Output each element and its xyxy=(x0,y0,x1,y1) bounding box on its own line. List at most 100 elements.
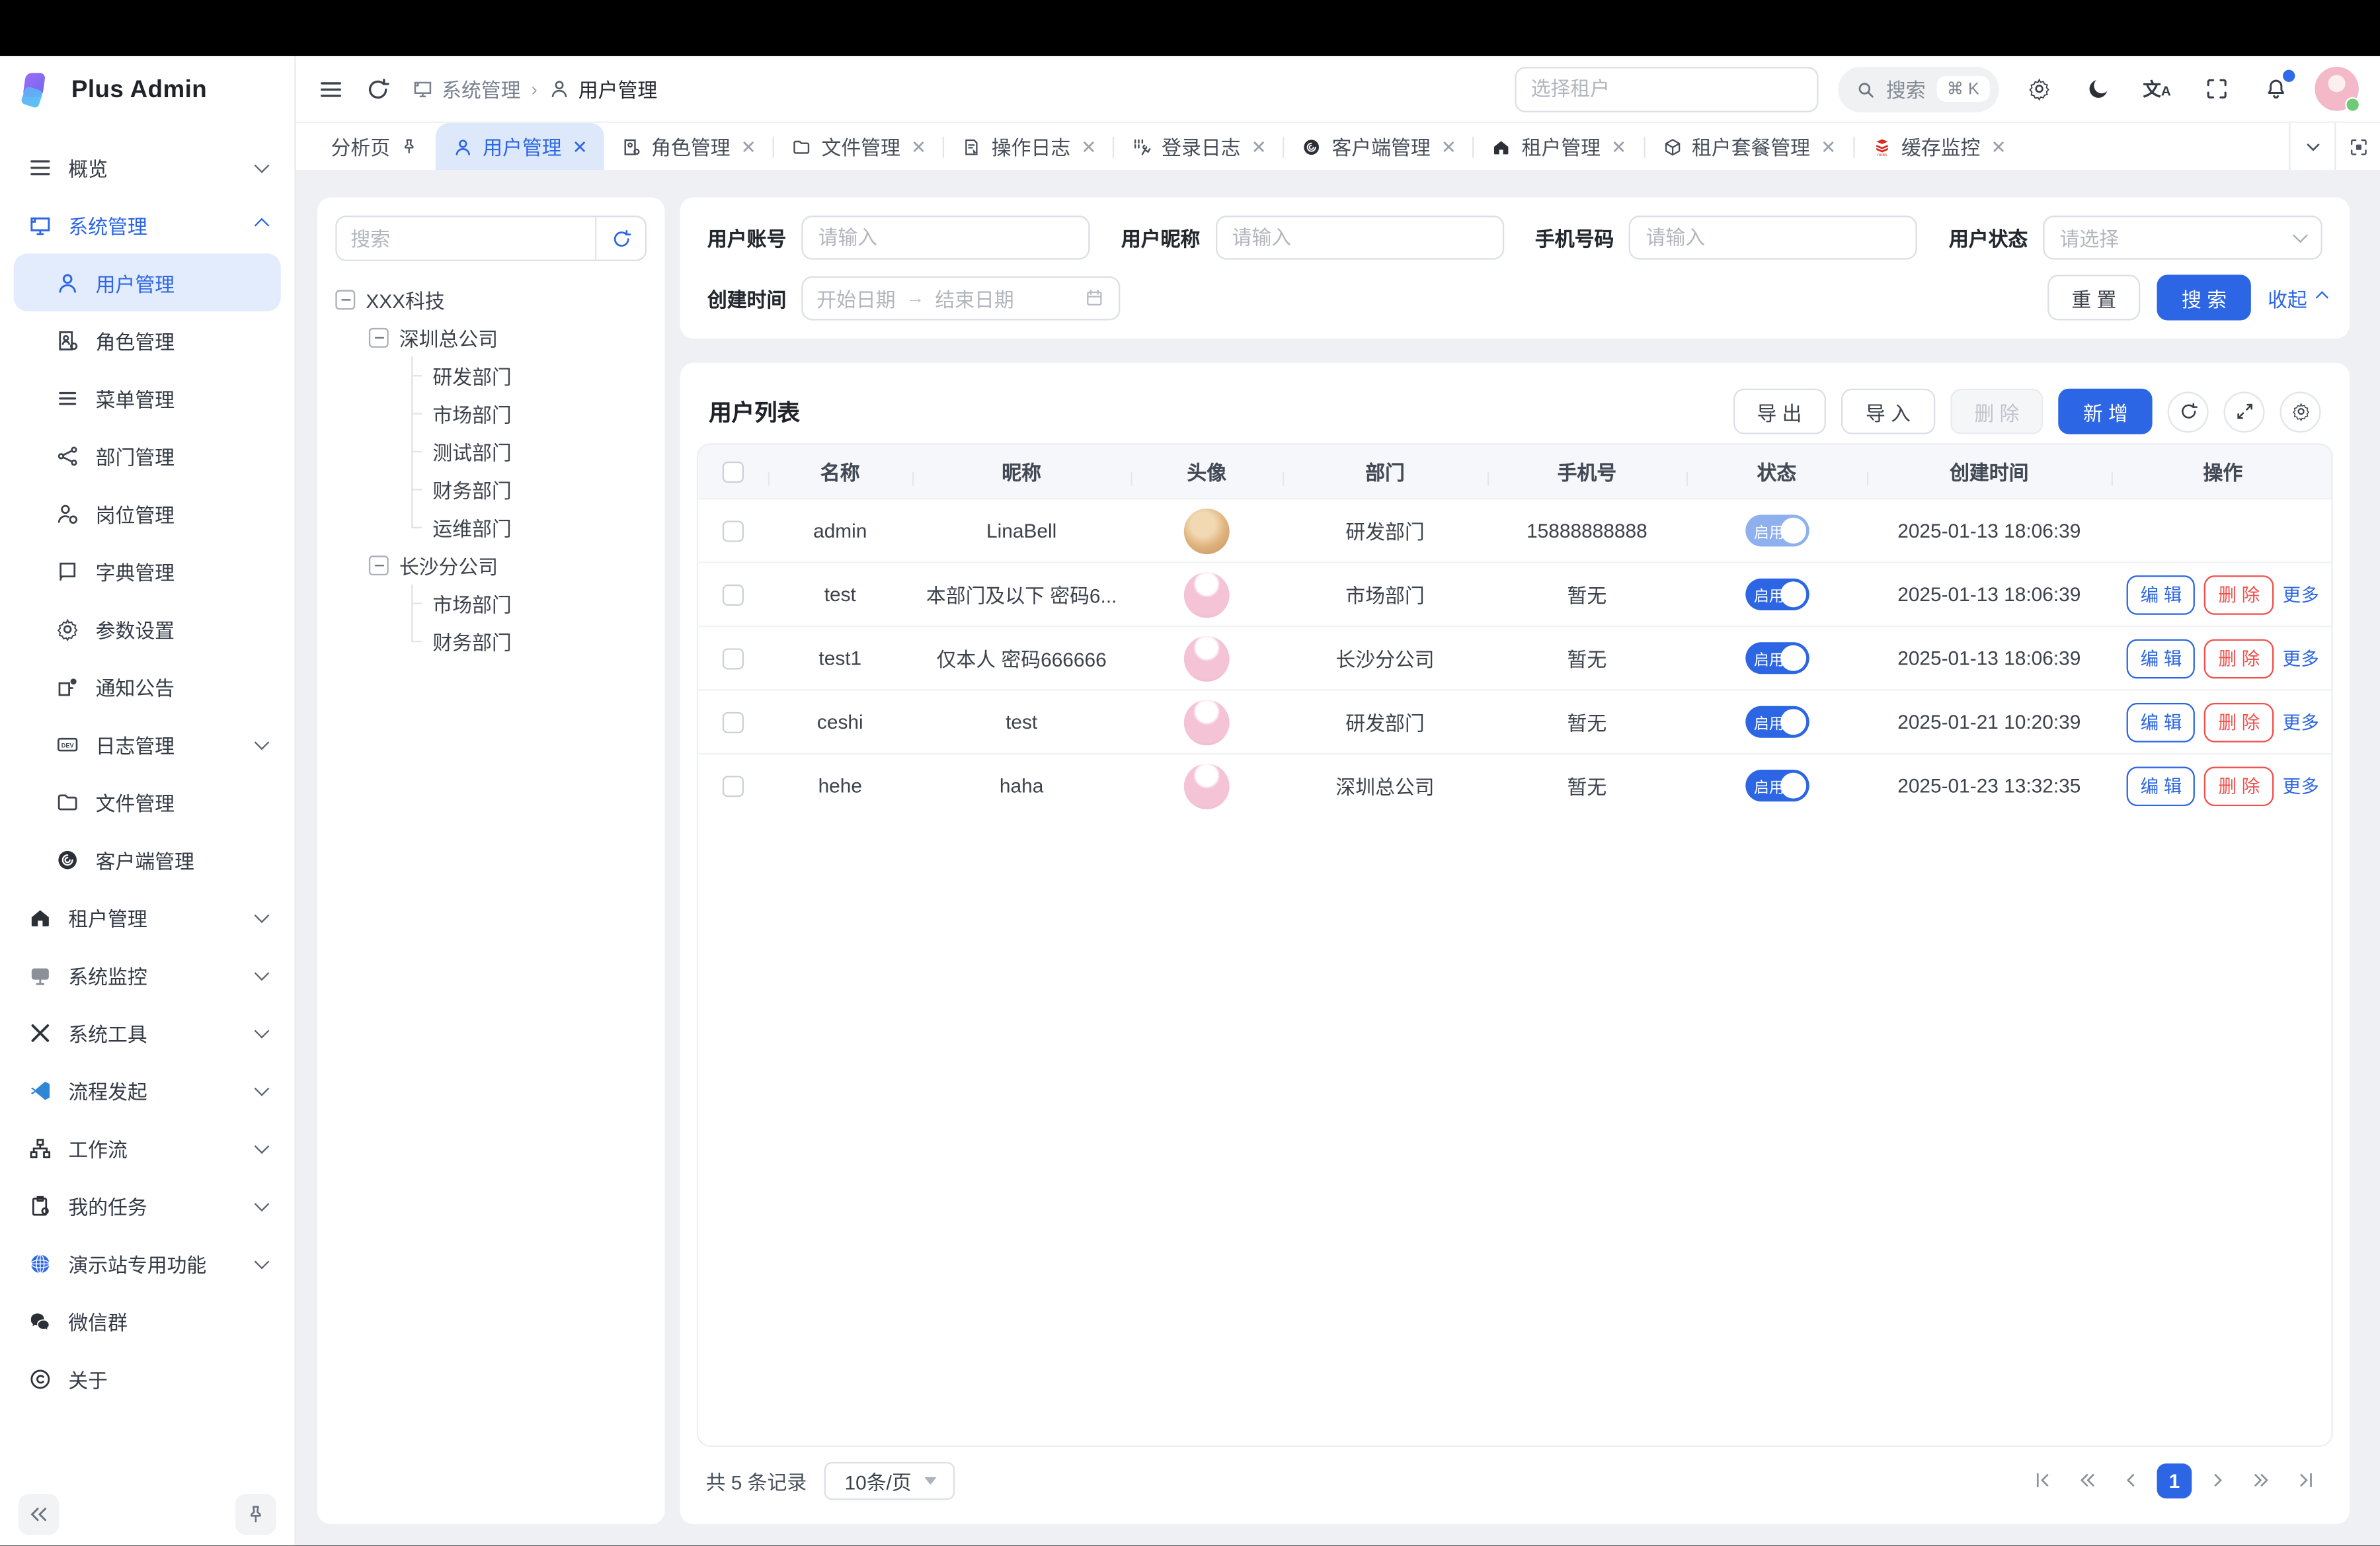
row-checkbox[interactable] xyxy=(723,584,744,605)
edit-button[interactable]: 编 辑 xyxy=(2127,575,2196,614)
tree-collapse-icon[interactable] xyxy=(369,555,389,575)
dark-mode-moon-button[interactable] xyxy=(2078,69,2118,108)
more-link[interactable]: 更多 xyxy=(2283,709,2319,735)
logo[interactable]: Plus Admin xyxy=(0,56,294,126)
tab-client-mgmt[interactable]: 客户端管理 ✕ xyxy=(1285,123,1473,170)
reset-button[interactable]: 重 置 xyxy=(2047,275,2141,321)
close-icon[interactable]: ✕ xyxy=(911,136,926,157)
tree-search-input[interactable] xyxy=(337,217,595,259)
tab-user-mgmt[interactable]: 用户管理 ✕ xyxy=(436,123,604,170)
add-button[interactable]: 新 增 xyxy=(2059,389,2152,434)
delete-button[interactable]: 删 除 xyxy=(2205,702,2274,742)
tree-node-rd-dept[interactable]: 研发部门 xyxy=(335,357,647,395)
delete-button[interactable]: 删 除 xyxy=(2205,766,2274,805)
tree-node-test-dept[interactable]: 测试部门 xyxy=(335,432,647,470)
row-checkbox[interactable] xyxy=(723,712,744,733)
sidebar-item-workflow[interactable]: 工作流 xyxy=(14,1119,281,1176)
sidebar-item-tenant-mgmt[interactable]: 租户管理 xyxy=(14,888,281,946)
status-toggle[interactable]: 启用 xyxy=(1745,642,1808,674)
status-select[interactable]: 请选择 xyxy=(2043,216,2322,260)
tab-file-mgmt[interactable]: 文件管理 ✕ xyxy=(774,123,943,170)
sidebar-item-dept-mgmt[interactable]: 部门管理 xyxy=(14,427,281,484)
notification-bell-button[interactable] xyxy=(2256,69,2295,108)
status-toggle[interactable]: 启用 xyxy=(1745,514,1808,546)
forward-5-pages-button[interactable] xyxy=(2243,1462,2280,1498)
close-icon[interactable]: ✕ xyxy=(741,136,756,157)
status-toggle[interactable]: 启用 xyxy=(1745,770,1808,801)
edit-button[interactable]: 编 辑 xyxy=(2127,766,2196,805)
tree-node-cs-market-dept[interactable]: 市场部门 xyxy=(335,585,647,622)
last-page-button[interactable] xyxy=(2287,1462,2324,1498)
close-icon[interactable]: ✕ xyxy=(573,136,588,157)
page-size-select[interactable]: 10条/页 xyxy=(825,1461,955,1499)
language-translate-button[interactable]: 文A xyxy=(2137,69,2177,108)
close-icon[interactable]: ✕ xyxy=(1251,136,1267,157)
fullscreen-button[interactable] xyxy=(2196,69,2236,108)
global-search[interactable]: 搜索 ⌘ K xyxy=(1837,66,1999,112)
status-toggle[interactable]: 启用 xyxy=(1745,706,1808,738)
hamburger-menu-icon[interactable] xyxy=(317,75,344,102)
sidebar-item-dict-mgmt[interactable]: 字典管理 xyxy=(14,542,281,600)
sidebar-pin-button[interactable] xyxy=(235,1493,276,1534)
sidebar-item-process-start[interactable]: 流程发起 xyxy=(14,1061,281,1119)
sidebar-item-file-mgmt[interactable]: 文件管理 xyxy=(14,773,281,831)
row-checkbox[interactable] xyxy=(723,520,744,541)
refresh-icon[interactable] xyxy=(364,75,391,102)
tab-login-log[interactable]: 登录日志 ✕ xyxy=(1115,123,1283,170)
close-icon[interactable]: ✕ xyxy=(1611,136,1626,157)
sidebar-item-my-tasks[interactable]: 我的任务 xyxy=(14,1176,281,1234)
sidebar-item-demo-features[interactable]: 演示站专用功能 xyxy=(14,1235,281,1292)
close-icon[interactable]: ✕ xyxy=(1821,136,1836,157)
tenant-select-input[interactable] xyxy=(1514,66,1817,112)
date-range-picker[interactable]: 开始日期 → 结束日期 xyxy=(801,276,1120,320)
first-page-button[interactable] xyxy=(2025,1462,2061,1498)
sidebar-item-param-settings[interactable]: 参数设置 xyxy=(14,600,281,657)
more-link[interactable]: 更多 xyxy=(2283,645,2319,671)
tree-collapse-icon[interactable] xyxy=(335,290,355,310)
tab-role-mgmt[interactable]: 角色管理 ✕ xyxy=(604,123,773,170)
current-page-button[interactable]: 1 xyxy=(2157,1463,2192,1498)
close-icon[interactable]: ✕ xyxy=(1991,136,2006,157)
tree-node-changsha-branch[interactable]: 长沙分公司 xyxy=(335,547,647,585)
sidebar-item-client-mgmt[interactable]: 客户端管理 xyxy=(14,831,281,888)
batch-delete-button[interactable]: 删 除 xyxy=(1950,389,2043,434)
tab-cache-monitor[interactable]: redis 缓存监控 ✕ xyxy=(1854,123,2023,170)
export-button[interactable]: 导 出 xyxy=(1733,389,1826,434)
sidebar-item-system-mgmt[interactable]: 系统管理 xyxy=(14,196,281,253)
tree-node-company[interactable]: XXX科技 xyxy=(335,281,647,319)
edit-button[interactable]: 编 辑 xyxy=(2127,638,2196,678)
phone-input[interactable] xyxy=(1629,216,1917,260)
tab-tenant-package-mgmt[interactable]: 租户套餐管理 ✕ xyxy=(1645,123,1853,170)
delete-button[interactable]: 删 除 xyxy=(2205,638,2274,678)
more-link[interactable]: 更多 xyxy=(2283,773,2319,799)
tree-refresh-button[interactable] xyxy=(595,217,645,259)
tree-node-market-dept[interactable]: 市场部门 xyxy=(335,395,647,432)
sidebar-item-about[interactable]: 关于 xyxy=(14,1350,281,1407)
account-input[interactable] xyxy=(801,216,1090,260)
close-icon[interactable]: ✕ xyxy=(1081,136,1096,157)
prev-page-button[interactable] xyxy=(2113,1462,2149,1498)
sidebar-item-wechat-group[interactable]: 微信群 xyxy=(14,1292,281,1350)
table-fullscreen-button[interactable] xyxy=(2224,391,2265,432)
sidebar-collapse-button[interactable] xyxy=(19,1493,60,1534)
row-checkbox[interactable] xyxy=(723,775,744,796)
table-refresh-button[interactable] xyxy=(2168,391,2209,432)
more-link[interactable]: 更多 xyxy=(2283,581,2319,607)
row-checkbox[interactable] xyxy=(723,647,744,669)
back-5-pages-button[interactable] xyxy=(2069,1462,2105,1498)
select-all-checkbox[interactable] xyxy=(723,461,744,482)
tree-node-shenzhen-hq[interactable]: 深圳总公司 xyxy=(335,319,647,356)
next-page-button[interactable] xyxy=(2200,1462,2236,1498)
column-settings-button[interactable] xyxy=(2280,391,2320,432)
settings-gear-button[interactable] xyxy=(2019,69,2059,108)
edit-button[interactable]: 编 辑 xyxy=(2127,702,2196,742)
sidebar-item-system-monitor[interactable]: 系统监控 xyxy=(14,946,281,1003)
tree-node-ops-dept[interactable]: 运维部门 xyxy=(335,509,647,546)
sidebar-item-system-tools[interactable]: 系统工具 xyxy=(14,1004,281,1061)
status-toggle[interactable]: 启用 xyxy=(1745,579,1808,610)
sidebar-item-menu-mgmt[interactable]: 菜单管理 xyxy=(14,369,281,427)
close-icon[interactable]: ✕ xyxy=(1441,136,1456,157)
search-button[interactable]: 搜 索 xyxy=(2157,275,2250,321)
collapse-filter-link[interactable]: 收起 xyxy=(2268,283,2322,312)
sidebar-item-announcements[interactable]: 通知公告 xyxy=(14,657,281,715)
